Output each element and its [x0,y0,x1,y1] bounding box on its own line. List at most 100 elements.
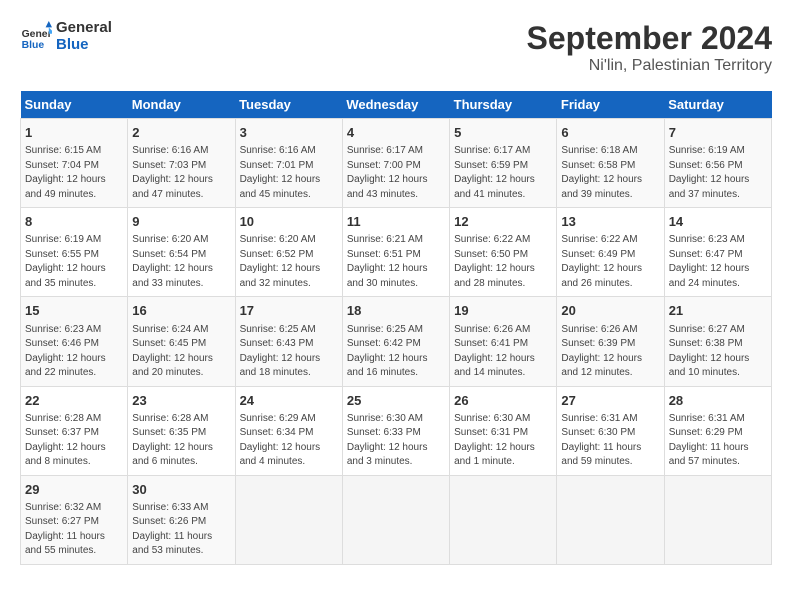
calendar-cell: 5 Sunrise: 6:17 AMSunset: 6:59 PMDaylight… [450,119,557,208]
calendar-cell: 9 Sunrise: 6:20 AMSunset: 6:54 PMDaylight… [128,208,235,297]
day-number: 21 [669,302,767,320]
column-header-wednesday: Wednesday [342,91,449,119]
day-info: Sunrise: 6:29 AMSunset: 6:34 PMDaylight:… [240,412,338,470]
day-number: 22 [25,392,123,410]
calendar-cell: 11 Sunrise: 6:21 AMSunset: 6:51 PMDayligh… [342,208,449,297]
day-number: 19 [454,302,552,320]
day-info: Sunrise: 6:17 AMSunset: 6:59 PMDaylight:… [454,144,552,202]
calendar-cell: 2Sunrise: 6:16 AMSunset: 7:03 PMDaylight… [128,119,235,208]
calendar-cell: 22 Sunrise: 6:28 AMSunset: 6:37 PMDayligh… [21,386,128,475]
day-number: 26 [454,392,552,410]
calendar-cell: 12 Sunrise: 6:22 AMSunset: 6:50 PMDayligh… [450,208,557,297]
day-info: Sunrise: 6:28 AMSunset: 6:35 PMDaylight:… [132,412,230,470]
calendar-week-3: 15Sunrise: 6:23 AMSunset: 6:46 PMDayligh… [21,297,772,386]
day-info: Sunrise: 6:22 AMSunset: 6:50 PMDaylight:… [454,233,552,291]
column-header-monday: Monday [128,91,235,119]
day-number: 16 [132,302,230,320]
calendar-cell: 1 Sunrise: 6:15 AMSunset: 7:04 PMDaylight… [21,119,128,208]
calendar-cell: 30 Sunrise: 6:33 AMSunset: 6:26 PMDayligh… [128,475,235,564]
logo-icon: General Blue [20,21,52,53]
day-info: Sunrise: 6:17 AMSunset: 7:00 PMDaylight:… [347,144,445,202]
day-number: 10 [240,213,338,231]
day-number: 11 [347,213,445,231]
calendar-cell: 15Sunrise: 6:23 AMSunset: 6:46 PMDayligh… [21,297,128,386]
day-info: Sunrise: 6:22 AMSunset: 6:49 PMDaylight:… [561,233,659,291]
day-info: Sunrise: 6:26 AMSunset: 6:39 PMDaylight:… [561,323,659,381]
column-header-tuesday: Tuesday [235,91,342,119]
day-info: Sunrise: 6:23 AMSunset: 6:47 PMDaylight:… [669,233,767,291]
day-number: 14 [669,213,767,231]
day-info: Sunrise: 6:25 AMSunset: 6:42 PMDaylight:… [347,323,445,381]
day-number: 1 [25,124,123,142]
calendar-cell: 24 Sunrise: 6:29 AMSunset: 6:34 PMDayligh… [235,386,342,475]
calendar-cell: 29 Sunrise: 6:32 AMSunset: 6:27 PMDayligh… [21,475,128,564]
day-info: Sunrise: 6:32 AMSunset: 6:27 PMDaylight:… [25,501,123,559]
calendar-cell [342,475,449,564]
logo: General Blue General Blue [20,20,112,53]
day-info: Sunrise: 6:20 AMSunset: 6:54 PMDaylight:… [132,233,230,291]
day-number: 24 [240,392,338,410]
day-number: 13 [561,213,659,231]
location-subtitle: Ni'lin, Palestinian Territory [527,57,772,75]
calendar-week-2: 8 Sunrise: 6:19 AMSunset: 6:55 PMDaylight… [21,208,772,297]
calendar-cell: 6 Sunrise: 6:18 AMSunset: 6:58 PMDaylight… [557,119,664,208]
day-number: 6 [561,124,659,142]
day-info: Sunrise: 6:31 AMSunset: 6:30 PMDaylight:… [561,412,659,470]
calendar-cell: 23 Sunrise: 6:28 AMSunset: 6:35 PMDayligh… [128,386,235,475]
day-info: Sunrise: 6:21 AMSunset: 6:51 PMDaylight:… [347,233,445,291]
day-info: Sunrise: 6:33 AMSunset: 6:26 PMDaylight:… [132,501,230,559]
calendar-cell [664,475,771,564]
logo-text-blue: Blue [56,37,112,54]
day-info: Sunrise: 6:15 AMSunset: 7:04 PMDaylight:… [25,144,123,202]
day-info: Sunrise: 6:19 AMSunset: 6:56 PMDaylight:… [669,144,767,202]
calendar-cell: 18Sunrise: 6:25 AMSunset: 6:42 PMDayligh… [342,297,449,386]
calendar-week-4: 22 Sunrise: 6:28 AMSunset: 6:37 PMDayligh… [21,386,772,475]
title-block: September 2024 Ni'lin, Palestinian Terri… [527,20,772,75]
day-number: 9 [132,213,230,231]
column-header-friday: Friday [557,91,664,119]
calendar-cell: 16 Sunrise: 6:24 AMSunset: 6:45 PMDayligh… [128,297,235,386]
calendar-cell: 21 Sunrise: 6:27 AMSunset: 6:38 PMDayligh… [664,297,771,386]
calendar-cell: 20 Sunrise: 6:26 AMSunset: 6:39 PMDayligh… [557,297,664,386]
day-number: 4 [347,124,445,142]
day-info: Sunrise: 6:18 AMSunset: 6:58 PMDaylight:… [561,144,659,202]
day-info: Sunrise: 6:23 AMSunset: 6:46 PMDaylight:… [25,323,123,381]
calendar-cell: 8 Sunrise: 6:19 AMSunset: 6:55 PMDaylight… [21,208,128,297]
main-title: September 2024 [527,20,772,57]
calendar-cell [450,475,557,564]
day-number: 12 [454,213,552,231]
day-number: 3 [240,124,338,142]
column-header-sunday: Sunday [21,91,128,119]
calendar-cell: 14 Sunrise: 6:23 AMSunset: 6:47 PMDayligh… [664,208,771,297]
calendar-cell: 19 Sunrise: 6:26 AMSunset: 6:41 PMDayligh… [450,297,557,386]
calendar-cell: 13 Sunrise: 6:22 AMSunset: 6:49 PMDayligh… [557,208,664,297]
calendar-cell: 27 Sunrise: 6:31 AMSunset: 6:30 PMDayligh… [557,386,664,475]
day-number: 7 [669,124,767,142]
logo-text-general: General [56,20,112,37]
day-number: 29 [25,481,123,499]
day-info: Sunrise: 6:30 AMSunset: 6:33 PMDaylight:… [347,412,445,470]
day-number: 23 [132,392,230,410]
column-header-thursday: Thursday [450,91,557,119]
day-info: Sunrise: 6:27 AMSunset: 6:38 PMDaylight:… [669,323,767,381]
day-info: Sunrise: 6:30 AMSunset: 6:31 PMDaylight:… [454,412,552,470]
day-number: 20 [561,302,659,320]
calendar-week-5: 29 Sunrise: 6:32 AMSunset: 6:27 PMDayligh… [21,475,772,564]
calendar-cell: 26 Sunrise: 6:30 AMSunset: 6:31 PMDayligh… [450,386,557,475]
calendar-cell: 17Sunrise: 6:25 AMSunset: 6:43 PMDayligh… [235,297,342,386]
day-number: 27 [561,392,659,410]
day-info: Sunrise: 6:26 AMSunset: 6:41 PMDaylight:… [454,323,552,381]
day-info: Sunrise: 6:20 AMSunset: 6:52 PMDaylight:… [240,233,338,291]
day-number: 2 [132,124,230,142]
calendar-cell: 28Sunrise: 6:31 AMSunset: 6:29 PMDayligh… [664,386,771,475]
calendar-cell: 10 Sunrise: 6:20 AMSunset: 6:52 PMDayligh… [235,208,342,297]
calendar-cell: 7 Sunrise: 6:19 AMSunset: 6:56 PMDaylight… [664,119,771,208]
day-info: Sunrise: 6:28 AMSunset: 6:37 PMDaylight:… [25,412,123,470]
day-number: 8 [25,213,123,231]
day-info: Sunrise: 6:24 AMSunset: 6:45 PMDaylight:… [132,323,230,381]
day-number: 28 [669,392,767,410]
day-info: Sunrise: 6:25 AMSunset: 6:43 PMDaylight:… [240,323,338,381]
day-number: 5 [454,124,552,142]
day-info: Sunrise: 6:19 AMSunset: 6:55 PMDaylight:… [25,233,123,291]
day-number: 30 [132,481,230,499]
